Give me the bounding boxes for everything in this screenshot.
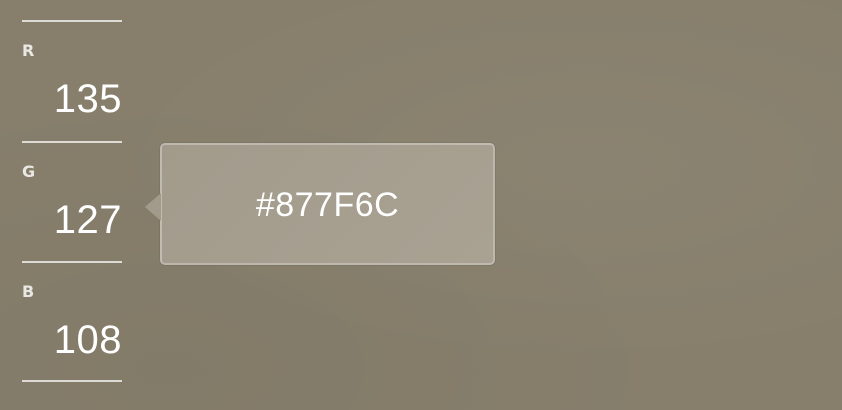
channel-label-green: G [22,162,36,181]
channel-label-blue: B [22,282,35,301]
channel-blue: B 108 [22,263,122,383]
channel-value-red: 135 [53,77,122,121]
tooltip-pointer [145,193,161,221]
channel-red: R 135 [22,22,122,142]
hex-code-label: #877F6C [255,186,400,224]
channel-value-green: 127 [53,198,122,242]
channel-label-red: R [22,41,35,60]
divider-bottom [22,380,122,382]
channel-value-blue: 108 [53,318,122,362]
hex-code-tooltip: #877F6C [145,143,495,265]
channel-green: G 127 [22,143,122,263]
